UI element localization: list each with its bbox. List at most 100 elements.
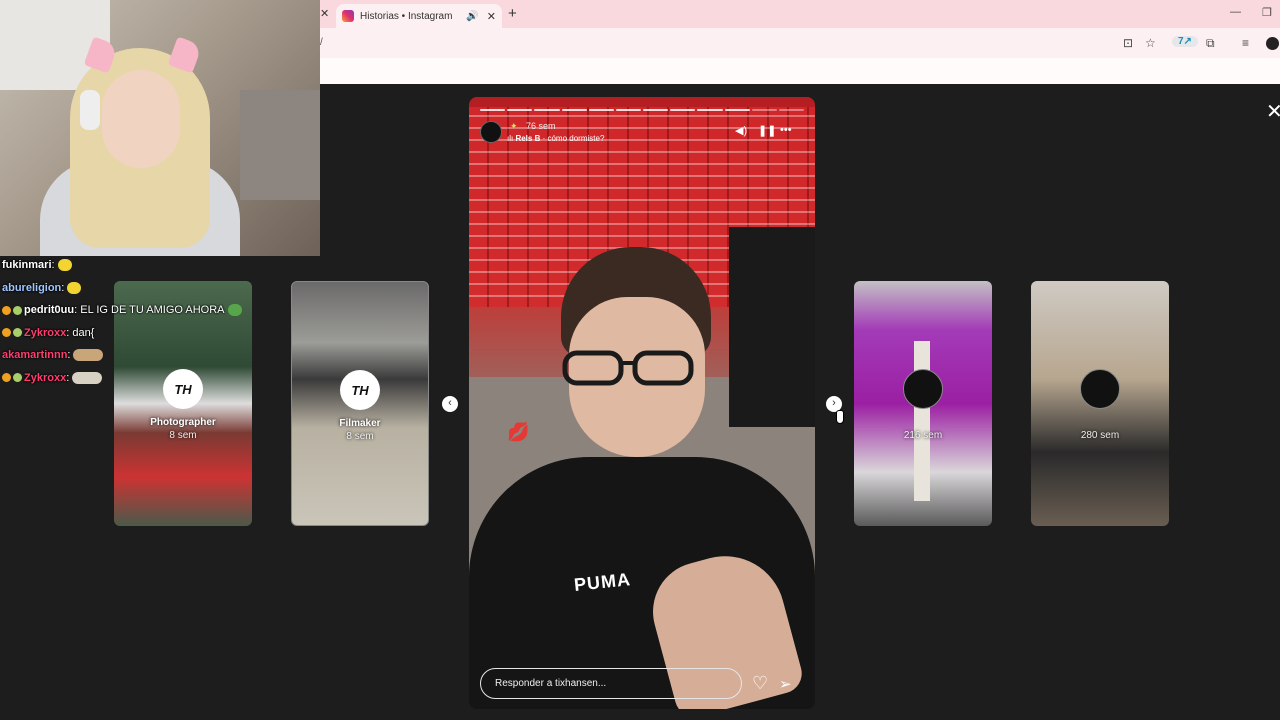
previous-tab-close-icon[interactable]: ✕ <box>320 7 329 20</box>
headset-mic <box>80 90 100 130</box>
story-card-right-2[interactable]: 280 sem <box>1031 281 1169 526</box>
webcam-feed <box>0 0 320 256</box>
black-shelf <box>729 227 815 427</box>
emote-icon <box>72 371 103 384</box>
restore-button[interactable]: ❐ <box>1262 6 1272 19</box>
badge-icon <box>2 373 11 383</box>
reply-input[interactable]: Responder a tixhansen... <box>480 668 742 699</box>
story-card-right-1[interactable]: 216 sem <box>854 281 992 526</box>
chat-message: abureligion: <box>0 277 260 300</box>
progress-segment <box>507 109 533 111</box>
progress-segment <box>561 109 587 111</box>
badge-icon <box>2 305 11 315</box>
screen: ✕ Historias • Instagram 🔊 ✕ + — ❐ / ⊡ ☆ … <box>0 0 1280 720</box>
story-card-time: 8 sem <box>346 431 374 442</box>
chat-separator: : <box>66 371 70 384</box>
story-card-time: 216 sem <box>903 430 943 441</box>
tab-instagram-stories[interactable]: Historias • Instagram 🔊 ✕ <box>336 4 502 28</box>
speaker-icon[interactable]: 🔊 <box>466 11 478 22</box>
stream-chat: fukinmari: abureligion: pedrit0uu: EL IG… <box>0 254 260 389</box>
shelf-background <box>240 90 320 200</box>
emote-icon <box>73 349 104 362</box>
close-icon[interactable]: ✕ <box>1266 99 1280 124</box>
story-card-filmaker[interactable]: TH Filmaker 8 sem <box>291 281 429 526</box>
music-artist: Rels B <box>515 134 541 143</box>
chat-username: pedrit0uu <box>24 304 75 317</box>
badge-icon <box>13 373 22 383</box>
profile-icon[interactable] <box>1266 37 1279 50</box>
progress-segment <box>643 109 669 111</box>
progress-segment <box>697 109 723 111</box>
install-icon[interactable]: ⊡ <box>1123 36 1133 50</box>
chat-text: dan{ <box>72 326 95 339</box>
page-header-strip <box>320 58 1280 84</box>
progress-segment <box>588 109 614 111</box>
story-card-time: 8 sem <box>169 430 197 441</box>
tab-title: Historias • Instagram <box>360 10 453 22</box>
chat-separator: : <box>66 326 70 339</box>
chat-separator: : <box>51 259 55 272</box>
chat-username: akamartinnn <box>2 349 68 362</box>
previous-story-button[interactable]: ‹ <box>442 396 458 412</box>
chat-separator: : <box>61 281 65 294</box>
star-icon[interactable]: ☆ <box>1145 36 1156 50</box>
chat-text: EL IG DE TU AMIGO AHORA <box>80 304 225 317</box>
badge-icon <box>13 328 22 338</box>
chat-message: Zykroxx: <box>0 367 260 390</box>
address-text[interactable]: / <box>320 37 323 48</box>
music-title: · cómo dormiste? <box>542 134 605 143</box>
chat-message: pedrit0uu: EL IG DE TU AMIGO AHORA <box>0 299 260 322</box>
mouse-cursor <box>836 410 844 424</box>
story-card-name: Photographer <box>150 417 216 428</box>
chat-message: fukinmari: <box>0 254 260 277</box>
volume-icon[interactable]: ◀) <box>735 124 747 137</box>
sparkle-icon: ✦ <box>510 121 518 131</box>
tab-close-icon[interactable]: ✕ <box>487 10 496 23</box>
story-progress-bar <box>480 109 805 111</box>
more-options-icon[interactable]: ••• <box>780 124 792 136</box>
chat-username: abureligion <box>2 281 62 294</box>
story-card-time: 280 sem <box>1080 430 1120 441</box>
progress-segment <box>670 109 696 111</box>
avatar <box>903 369 943 409</box>
extension-app-icon[interactable]: 7↗ <box>1172 36 1198 47</box>
story-music[interactable]: ılı Rels B · cómo dormiste? <box>507 134 604 143</box>
emote-icon <box>227 304 242 317</box>
emote-icon <box>67 281 82 294</box>
address-bar[interactable] <box>320 28 1280 58</box>
chat-message: Zykroxx: dan{ <box>0 322 260 345</box>
avatar <box>1080 369 1120 409</box>
progress-segment <box>534 109 560 111</box>
obelisk <box>914 341 930 501</box>
minimize-button[interactable]: — <box>1230 6 1241 18</box>
badge-icon <box>13 305 22 315</box>
current-story[interactable]: PUMA 💋 ✦ 76 sem ılı Rels B · cómo dormis… <box>469 97 815 709</box>
heart-icon[interactable]: ♡ <box>752 673 768 694</box>
chat-separator: : <box>67 349 71 362</box>
puzzle-icon[interactable]: ⧉ <box>1206 36 1215 51</box>
chat-message: akamartinnn: <box>0 344 260 367</box>
story-header: ✦ 76 sem ılı Rels B · cómo dormiste? ◀) … <box>480 121 804 147</box>
chat-username: Zykroxx <box>24 371 67 384</box>
emote-icon <box>57 259 72 272</box>
new-tab-button[interactable]: + <box>508 5 517 22</box>
badge-icon <box>2 328 11 338</box>
progress-segment <box>480 109 506 111</box>
pause-icon[interactable]: ❚❚ <box>758 124 776 137</box>
avatar: TH <box>340 370 380 410</box>
streamer-face <box>102 70 180 168</box>
story-card-name: Filmaker <box>339 418 381 429</box>
send-icon[interactable]: ➢ <box>779 675 792 693</box>
chat-username: Zykroxx <box>24 326 67 339</box>
progress-segment <box>778 109 805 111</box>
story-time: 76 sem <box>526 121 556 131</box>
chat-separator: : <box>74 304 78 317</box>
lips-sticker: 💋 <box>507 422 530 442</box>
glasses <box>562 350 694 386</box>
media-icon[interactable]: ≡ <box>1242 36 1249 50</box>
progress-segment <box>615 109 642 111</box>
instagram-icon <box>342 10 354 22</box>
progress-segment <box>751 109 777 111</box>
chat-username: fukinmari <box>2 259 52 272</box>
avatar[interactable] <box>480 121 502 143</box>
